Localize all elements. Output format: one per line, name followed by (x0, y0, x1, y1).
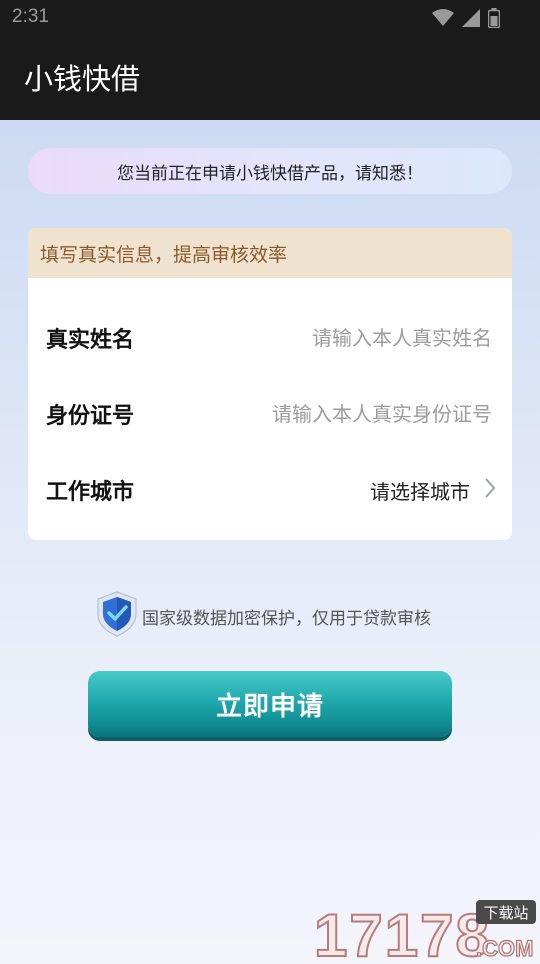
info-form-card: 填写真实信息，提高审核效率 真实姓名 身份证号 工作城市 请选择城市 (28, 228, 512, 540)
svg-text:下载站: 下载站 (483, 904, 528, 922)
name-label: 真实姓名 (46, 328, 135, 353)
wifi-icon (432, 9, 454, 31)
svg-text:.COM: .COM (476, 936, 533, 960)
shield-icon (94, 590, 140, 642)
site-watermark: 17178 下载站 .COM (312, 898, 540, 964)
id-number-row: 身份证号 (28, 384, 512, 444)
app-title: 小钱快借 (24, 62, 141, 96)
battery-icon (487, 8, 501, 32)
id-number-label: 身份证号 (46, 404, 135, 429)
svg-text:17178: 17178 (314, 902, 491, 960)
notice-banner: 您当前正在申请小钱快借产品，请知悉！ (28, 148, 512, 194)
status-icons (432, 8, 501, 32)
app-bar: 小钱快借 (0, 36, 540, 120)
main-content: 您当前正在申请小钱快借产品，请知悉！ 填写真实信息，提高审核效率 真实姓名 身份… (0, 120, 540, 964)
status-time: 2:31 (12, 6, 49, 27)
apply-button[interactable]: 立即申请 (88, 671, 452, 737)
status-bar: 2:31 (0, 0, 540, 36)
signal-icon (462, 9, 480, 31)
city-select[interactable]: 请选择城市 (370, 476, 496, 505)
chevron-right-icon (484, 477, 496, 503)
form-header-text: 填写真实信息，提高审核效率 (40, 243, 288, 266)
city-select-value: 请选择城市 (370, 479, 470, 504)
city-label: 工作城市 (46, 480, 135, 505)
name-row: 真实姓名 (28, 308, 512, 368)
notice-text: 您当前正在申请小钱快借产品，请知悉！ (117, 163, 423, 184)
security-note: 国家级数据加密保护，仅用于贷款审核 (94, 590, 431, 642)
form-header: 填写真实信息，提高审核效率 (28, 228, 512, 278)
name-input[interactable] (240, 325, 494, 351)
city-row[interactable]: 工作城市 请选择城市 (28, 460, 512, 520)
id-number-input[interactable] (190, 401, 494, 427)
security-text: 国家级数据加密保护，仅用于贷款审核 (142, 608, 431, 629)
